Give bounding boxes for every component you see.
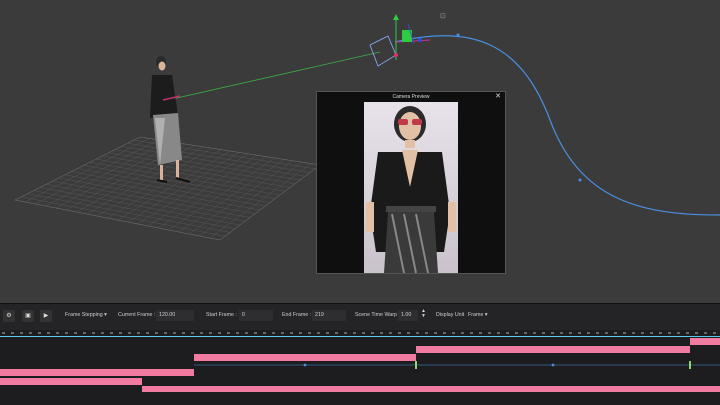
current-frame-input[interactable]: 120.00	[156, 310, 194, 321]
start-frame-label: Start Frame :	[206, 312, 237, 318]
display-unit-dropdown[interactable]: Frame ▾	[468, 312, 487, 318]
end-frame-label: End Frame :	[282, 312, 312, 318]
settings-icon[interactable]: ⚙	[3, 310, 15, 322]
track-bar	[0, 378, 142, 385]
3d-viewport[interactable]: ⊡ Camera Preview ✕	[0, 0, 720, 303]
track-bar	[690, 338, 720, 345]
camera-icon[interactable]: ▣	[22, 310, 34, 322]
frame-stepping-dropdown[interactable]: Frame Stepping ▾	[65, 312, 107, 318]
timeline-toolbar: ⚙ ▣ ▶ Frame Stepping ▾ Current Frame : 1…	[0, 303, 720, 330]
keyframe-marker	[415, 361, 417, 369]
keyframe-marker	[303, 363, 307, 367]
path-keyframe	[456, 33, 460, 37]
camera-preview-window[interactable]: Camera Preview ✕	[316, 91, 506, 274]
stepper-icon[interactable]: ▲ ▼	[421, 309, 426, 319]
video-icon[interactable]: ▶	[40, 310, 52, 322]
keyframe-marker	[551, 363, 555, 367]
track-bar	[416, 346, 690, 353]
timeline-tracks[interactable]	[0, 337, 720, 405]
close-icon[interactable]: ✕	[495, 92, 501, 102]
camera-preview-image	[364, 102, 458, 273]
keyframe-marker	[689, 361, 691, 369]
display-unit-label: Display Unit	[436, 312, 465, 318]
track-bar	[0, 369, 194, 376]
track-bar	[142, 386, 720, 392]
camera-preview-title: Camera Preview	[392, 94, 430, 100]
timeline-panel: ⚙ ▣ ▶ Frame Stepping ▾ Current Frame : 1…	[0, 303, 720, 405]
camera-label-icon: ⊡	[440, 13, 446, 20]
start-frame-input[interactable]: 0	[239, 310, 273, 321]
track-bar	[194, 354, 416, 361]
time-warp-label: Scene Time Warp	[355, 312, 397, 318]
camera-gizmo	[369, 14, 431, 67]
current-frame-label: Current Frame :	[118, 312, 156, 318]
time-warp-input[interactable]: 1.00	[398, 310, 418, 321]
path-keyframe	[578, 178, 582, 182]
end-frame-input[interactable]: 219	[312, 310, 346, 321]
